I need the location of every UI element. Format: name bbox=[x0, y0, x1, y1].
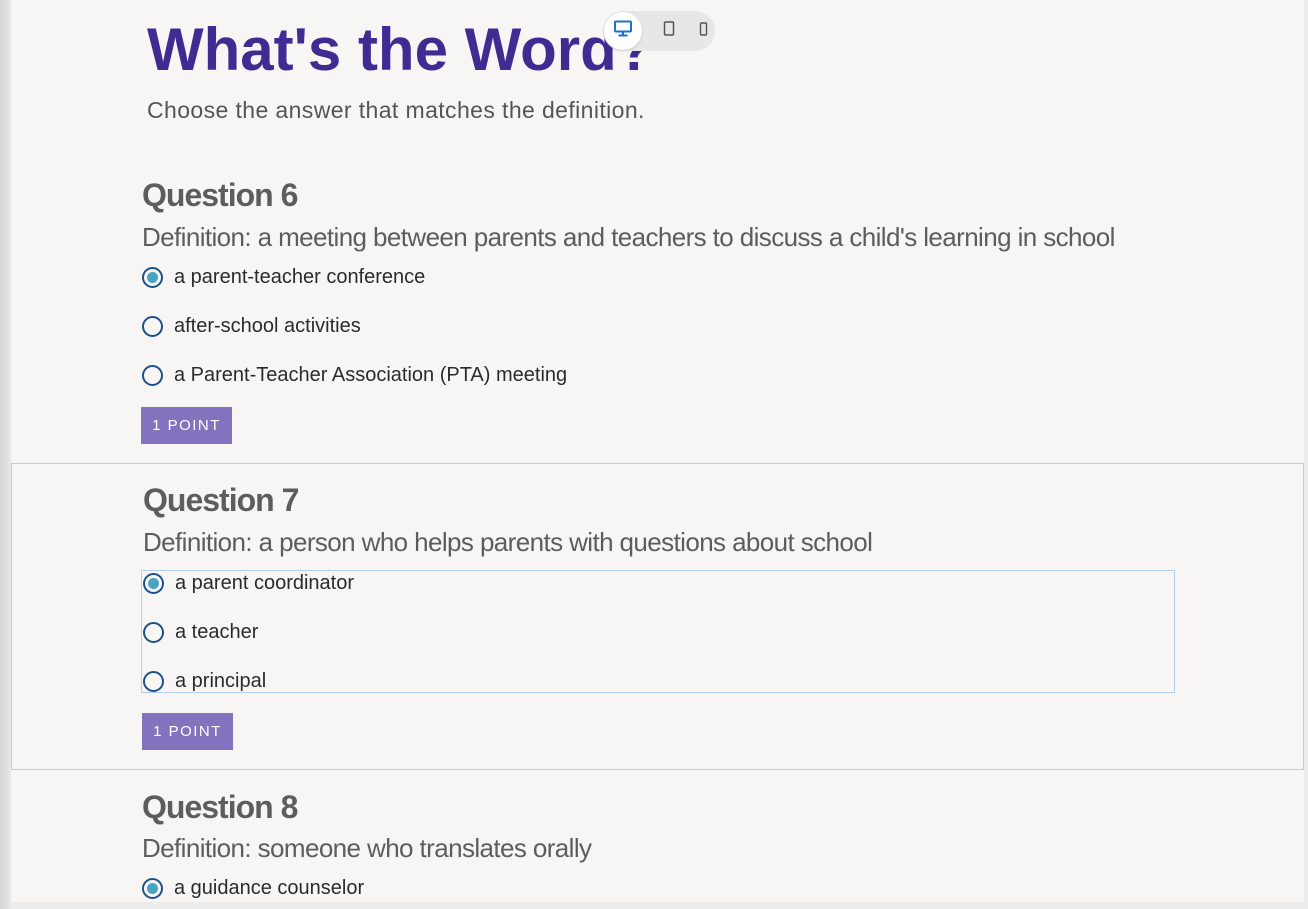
points-badge: 1 POINT bbox=[141, 407, 232, 444]
question-heading: Question 7 bbox=[143, 482, 299, 518]
tablet-icon bbox=[663, 21, 675, 41]
radio-button[interactable] bbox=[143, 621, 164, 643]
page-title: What's the Word? bbox=[147, 16, 654, 83]
question-block-8[interactable]: Question 8 Definition: someone who trans… bbox=[11, 770, 1304, 902]
radio-button[interactable] bbox=[143, 670, 164, 692]
desktop-icon bbox=[614, 20, 632, 42]
answer-option[interactable]: a parent coordinator bbox=[143, 568, 354, 598]
desktop-view-button[interactable] bbox=[604, 12, 642, 50]
quiz-page: What's the Word? Choose the answer that … bbox=[11, 0, 1304, 902]
question-block-7[interactable]: Question 7 Definition: a person who help… bbox=[11, 463, 1304, 770]
answer-label: a parent-teacher conference bbox=[174, 265, 426, 288]
answer-label: a teacher bbox=[175, 620, 259, 643]
radio-button-selected[interactable] bbox=[143, 572, 164, 594]
points-badge: 1 POINT bbox=[142, 713, 233, 750]
answer-label: a guidance counselor bbox=[174, 876, 365, 899]
answer-option[interactable]: a parent-teacher conference bbox=[142, 262, 425, 292]
device-preview-toggle bbox=[603, 11, 715, 51]
answer-label: a principal bbox=[175, 669, 267, 692]
answer-label: a parent coordinator bbox=[175, 571, 355, 594]
answer-option[interactable]: a guidance counselor bbox=[142, 873, 364, 902]
radio-button-selected[interactable] bbox=[142, 877, 163, 899]
answer-label: after-school activities bbox=[174, 314, 361, 337]
question-definition: Definition: someone who translates orall… bbox=[142, 833, 592, 863]
answer-option[interactable]: a principal bbox=[143, 666, 266, 696]
answer-label: a Parent-Teacher Association (PTA) meeti… bbox=[174, 363, 568, 386]
answer-option[interactable]: after-school activities bbox=[142, 311, 361, 341]
question-definition: Definition: a meeting between parents an… bbox=[142, 222, 1115, 252]
question-block-6[interactable]: Question 6 Definition: a meeting between… bbox=[11, 160, 1304, 463]
page-edge-right bbox=[1304, 0, 1308, 909]
radio-button-selected[interactable] bbox=[142, 266, 163, 288]
question-heading: Question 8 bbox=[142, 789, 298, 825]
radio-button[interactable] bbox=[142, 364, 163, 386]
page-shadow-left bbox=[0, 0, 11, 909]
page-subtitle: Choose the answer that matches the defin… bbox=[147, 97, 645, 123]
phone-view-button[interactable] bbox=[685, 11, 721, 51]
question-heading: Question 6 bbox=[142, 177, 298, 213]
answer-option[interactable]: a teacher bbox=[143, 617, 258, 647]
answer-option[interactable]: a Parent-Teacher Association (PTA) meeti… bbox=[142, 360, 567, 390]
radio-button[interactable] bbox=[142, 315, 163, 337]
question-definition: Definition: a person who helps parents w… bbox=[143, 527, 873, 557]
page-edge-bottom bbox=[11, 902, 1308, 909]
tablet-view-button[interactable] bbox=[651, 11, 687, 51]
phone-icon bbox=[699, 21, 708, 41]
